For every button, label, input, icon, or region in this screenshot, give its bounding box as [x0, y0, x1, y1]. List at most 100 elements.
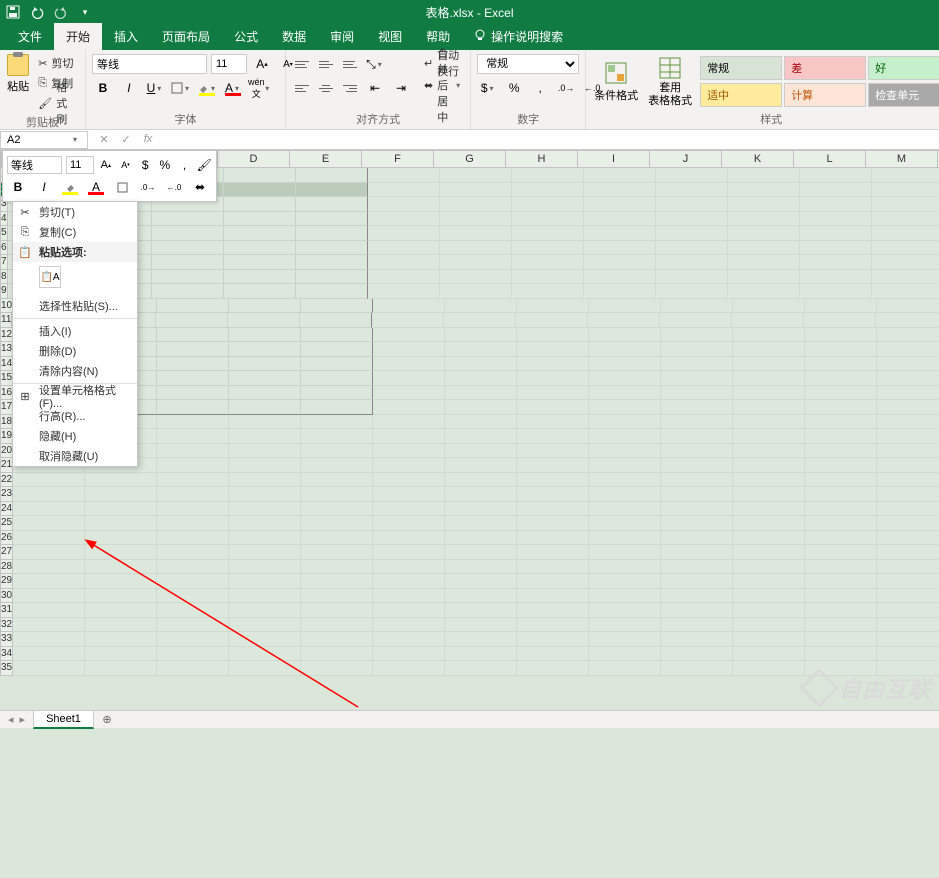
cell[interactable]: [517, 618, 589, 633]
cell[interactable]: [440, 212, 512, 227]
cell[interactable]: [800, 284, 872, 299]
cell[interactable]: [733, 574, 805, 589]
cell[interactable]: [805, 429, 877, 444]
cell[interactable]: [805, 328, 877, 343]
cell[interactable]: [368, 212, 440, 227]
cell[interactable]: [229, 531, 301, 546]
cell[interactable]: [445, 342, 517, 357]
cell[interactable]: [152, 270, 224, 285]
cell[interactable]: [877, 531, 939, 546]
cell[interactable]: [661, 516, 733, 531]
cell[interactable]: [512, 255, 584, 270]
cell[interactable]: [85, 545, 157, 560]
phonetic-button[interactable]: wén文▾: [248, 78, 270, 98]
ctx-format-cells[interactable]: ⊞设置单元格格式(F)...: [13, 386, 137, 406]
cell[interactable]: [296, 255, 368, 270]
cell[interactable]: [733, 429, 805, 444]
cell[interactable]: [661, 371, 733, 386]
cell[interactable]: [368, 226, 440, 241]
cell[interactable]: [805, 400, 877, 415]
mini-currency-icon[interactable]: $: [137, 155, 153, 175]
cell[interactable]: [805, 574, 877, 589]
cell[interactable]: [805, 415, 877, 430]
cell[interactable]: [516, 313, 588, 328]
row-header-34[interactable]: 34: [0, 647, 13, 662]
cell[interactable]: [733, 400, 805, 415]
cell[interactable]: [157, 458, 229, 473]
ctx-unhide[interactable]: 取消隐藏(U): [13, 446, 137, 466]
tell-me[interactable]: 操作说明搜索: [462, 23, 575, 50]
cell[interactable]: [229, 545, 301, 560]
cell[interactable]: [229, 444, 301, 459]
cell[interactable]: [368, 197, 440, 212]
cell[interactable]: [517, 560, 589, 575]
ctx-insert[interactable]: 插入(I): [13, 321, 137, 341]
cell[interactable]: [445, 458, 517, 473]
cell[interactable]: [733, 357, 805, 372]
cell[interactable]: [13, 516, 85, 531]
col-header-E[interactable]: E: [290, 150, 362, 168]
comma-icon[interactable]: ,: [529, 78, 551, 98]
cell[interactable]: [872, 197, 939, 212]
cell[interactable]: [373, 458, 445, 473]
cell[interactable]: [224, 183, 296, 198]
cell[interactable]: [445, 328, 517, 343]
cell[interactable]: [157, 502, 229, 517]
cell[interactable]: [805, 386, 877, 401]
cell[interactable]: [733, 386, 805, 401]
cell[interactable]: [85, 473, 157, 488]
cell[interactable]: [589, 516, 661, 531]
row-header-30[interactable]: 30: [0, 589, 13, 604]
row-header-8[interactable]: 8: [0, 270, 8, 285]
cell[interactable]: [13, 560, 85, 575]
cell[interactable]: [517, 647, 589, 662]
cell[interactable]: [373, 444, 445, 459]
cell[interactable]: [229, 458, 301, 473]
row-header-5[interactable]: 5: [0, 226, 8, 241]
tab-review[interactable]: 审阅: [318, 23, 366, 50]
cell[interactable]: [13, 574, 85, 589]
cell[interactable]: [445, 502, 517, 517]
cell[interactable]: [589, 429, 661, 444]
cell[interactable]: [229, 400, 301, 415]
fx-icon[interactable]: fx: [140, 133, 156, 146]
cell[interactable]: [728, 241, 800, 256]
cell[interactable]: [445, 560, 517, 575]
cell[interactable]: [589, 618, 661, 633]
cell[interactable]: [373, 371, 445, 386]
cell[interactable]: [301, 473, 373, 488]
cell[interactable]: [373, 502, 445, 517]
cell[interactable]: [588, 313, 660, 328]
cell[interactable]: [373, 473, 445, 488]
cell[interactable]: [440, 241, 512, 256]
cell[interactable]: [13, 473, 85, 488]
mini-inc-decimal-icon[interactable]: .0→: [137, 177, 159, 197]
cell[interactable]: [157, 531, 229, 546]
increase-font-icon[interactable]: A▴: [251, 54, 273, 74]
cell[interactable]: [301, 603, 373, 618]
cell[interactable]: [368, 255, 440, 270]
cell[interactable]: [661, 458, 733, 473]
align-left-icon[interactable]: [292, 79, 312, 97]
cell[interactable]: [517, 429, 589, 444]
cell[interactable]: [373, 647, 445, 662]
cell[interactable]: [805, 473, 877, 488]
name-box[interactable]: A2▾: [0, 131, 88, 149]
cell[interactable]: [512, 168, 584, 183]
cell[interactable]: [301, 458, 373, 473]
cell[interactable]: [296, 212, 368, 227]
save-icon[interactable]: [6, 5, 20, 19]
cell[interactable]: [373, 487, 445, 502]
cell[interactable]: [872, 255, 939, 270]
tab-formula[interactable]: 公式: [222, 23, 270, 50]
cell[interactable]: [157, 487, 229, 502]
cell[interactable]: [661, 531, 733, 546]
cell[interactable]: [301, 400, 373, 415]
cell[interactable]: [517, 328, 589, 343]
cell[interactable]: [517, 661, 589, 676]
cell[interactable]: [733, 618, 805, 633]
cell[interactable]: [85, 618, 157, 633]
cell[interactable]: [804, 313, 876, 328]
cell[interactable]: [229, 560, 301, 575]
cell[interactable]: [877, 371, 939, 386]
